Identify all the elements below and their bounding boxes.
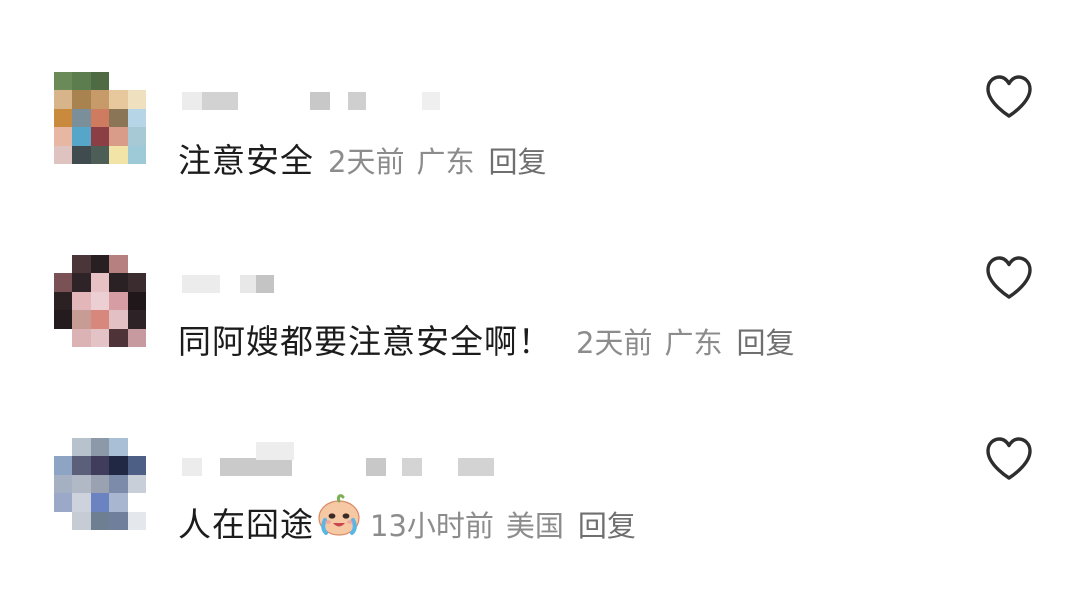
- reply-button[interactable]: 回复: [488, 139, 546, 181]
- comment-item: 同阿嫂都要注意安全啊！ 2天前 广东 回复: [0, 255, 1080, 405]
- comment-location: 美国: [505, 509, 564, 543]
- heart-outline-icon[interactable]: [984, 436, 1034, 482]
- username-redacted[interactable]: [182, 442, 502, 478]
- comment-location: 广东: [416, 145, 475, 179]
- heart-outline-icon[interactable]: [984, 74, 1034, 120]
- comment-body: 注意安全 2天前 广东 回复: [178, 134, 546, 182]
- avatar[interactable]: [54, 255, 146, 347]
- comment-time: 2天前: [328, 145, 405, 179]
- comment-body: 同阿嫂都要注意安全啊！ 2天前 广东 回复: [178, 315, 794, 363]
- avatar[interactable]: [54, 72, 146, 164]
- reply-button[interactable]: 回复: [736, 320, 794, 362]
- comment-text: 注意安全: [178, 141, 314, 180]
- comment-text: 同阿嫂都要注意安全啊！: [178, 322, 552, 361]
- username-redacted[interactable]: [182, 92, 442, 112]
- comment-location: 广东: [664, 326, 723, 360]
- heart-outline-icon[interactable]: [984, 255, 1034, 301]
- username-redacted[interactable]: [182, 275, 282, 295]
- comment-item: 人在囧途 13小时前 美国 回复: [0, 436, 1080, 588]
- comment-time: 2天前: [576, 326, 653, 360]
- comment-item: 注意安全 2天前 广东 回复: [0, 72, 1080, 222]
- avatar[interactable]: [54, 438, 146, 530]
- comment-time: 13小时前: [370, 509, 494, 543]
- comment-body: 人在囧途 13小时前 美国 回复: [178, 492, 636, 546]
- comment-text: 人在囧途: [178, 505, 314, 544]
- reply-button[interactable]: 回复: [578, 503, 636, 545]
- crying-face-emoji: [318, 494, 360, 536]
